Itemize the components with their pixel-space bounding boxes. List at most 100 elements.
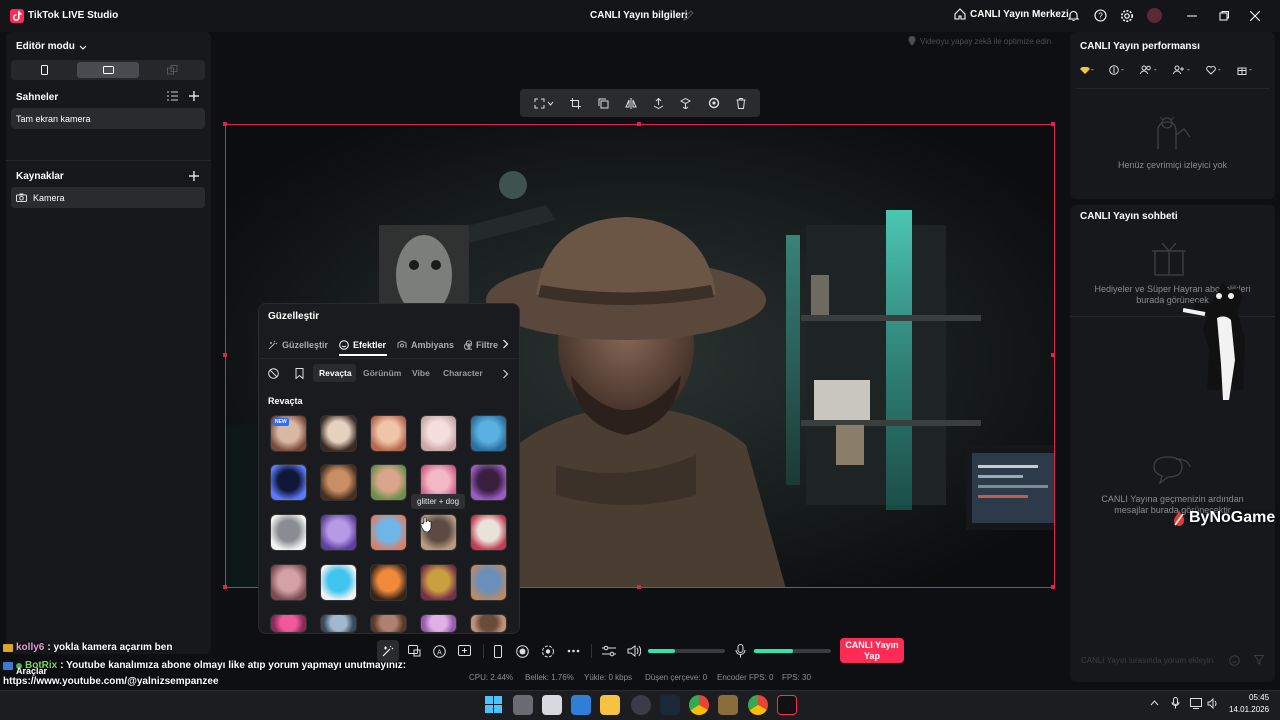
- source-item-camera[interactable]: Kamera: [11, 187, 205, 208]
- add-source-icon[interactable]: [189, 171, 199, 181]
- live-center-link[interactable]: CANLI Yayın Merkezi: [954, 8, 1069, 20]
- minimize-icon[interactable]: [1182, 6, 1202, 26]
- tab-effects[interactable]: Efektler: [339, 338, 386, 352]
- close-icon[interactable]: [1245, 6, 1265, 26]
- effect-tile[interactable]: [320, 464, 357, 501]
- subtab-vibe[interactable]: Vibe: [412, 368, 430, 378]
- copy-icon[interactable]: [598, 98, 609, 109]
- effect-tile[interactable]: [270, 564, 307, 601]
- edit-icon[interactable]: [683, 10, 694, 21]
- subtab-character[interactable]: Character: [443, 368, 483, 378]
- bring-front-icon[interactable]: [653, 97, 664, 109]
- screen-share-icon[interactable]: [408, 645, 421, 657]
- photos-icon[interactable]: [571, 695, 591, 715]
- effect-tile[interactable]: [470, 614, 507, 633]
- chat-input[interactable]: CANLI Yayın sırasında yorum ekleyin: [1076, 650, 1251, 670]
- effect-tile[interactable]: [370, 614, 407, 633]
- live-info-title[interactable]: CANLI Yayın bilgileri: [590, 10, 688, 21]
- record-icon[interactable]: [516, 645, 529, 658]
- effect-tile[interactable]: [270, 614, 307, 633]
- clock-time[interactable]: 05:45: [1249, 693, 1269, 702]
- portrait-mode-button[interactable]: [13, 62, 75, 78]
- file-explorer-icon[interactable]: [600, 695, 620, 715]
- speaker-icon[interactable]: [627, 645, 641, 657]
- microphone-icon[interactable]: [735, 644, 746, 658]
- effect-tile[interactable]: [370, 415, 407, 452]
- bell-icon[interactable]: [1067, 9, 1080, 22]
- microphone-tray-icon[interactable]: [1171, 697, 1180, 709]
- audio-mixer-icon[interactable]: [602, 645, 616, 657]
- resize-handle[interactable]: [1051, 122, 1055, 126]
- effect-tile[interactable]: [270, 514, 307, 551]
- notepad-icon[interactable]: [542, 695, 562, 715]
- beautify-button[interactable]: [377, 640, 399, 662]
- new-follower-icon[interactable]: -: [1173, 65, 1193, 75]
- effect-tile[interactable]: [320, 564, 357, 601]
- effect-tile[interactable]: [470, 514, 507, 551]
- landscape-mode-button[interactable]: [77, 62, 139, 78]
- effect-tile[interactable]: [470, 415, 507, 452]
- scene-list-icon[interactable]: [167, 91, 178, 101]
- resize-handle[interactable]: [223, 122, 227, 126]
- effect-tile[interactable]: [470, 464, 507, 501]
- go-live-button[interactable]: CANLI Yayın Yap: [840, 638, 904, 663]
- subtab-appearance[interactable]: Görünüm: [363, 368, 401, 378]
- phone-icon[interactable]: [494, 645, 502, 658]
- effect-tile[interactable]: [320, 514, 357, 551]
- chevron-right-icon[interactable]: [502, 339, 509, 349]
- add-scene-icon[interactable]: [189, 91, 199, 101]
- filter-funnel-icon[interactable]: [1254, 655, 1264, 665]
- avatar[interactable]: [1147, 8, 1162, 23]
- network-icon[interactable]: [1190, 698, 1202, 709]
- add-media-icon[interactable]: [458, 645, 471, 657]
- volume-tray-icon[interactable]: [1207, 698, 1219, 709]
- fit-dropdown[interactable]: [534, 98, 554, 109]
- effect-tile[interactable]: [420, 614, 457, 633]
- resize-handle[interactable]: [223, 585, 227, 589]
- resize-handle[interactable]: [223, 353, 227, 357]
- resize-handle[interactable]: [637, 122, 641, 126]
- settings-gear-icon[interactable]: [1120, 9, 1134, 23]
- tiktok-live-taskbar-icon[interactable]: [777, 695, 797, 715]
- tab-filter[interactable]: Filtre: [464, 338, 498, 352]
- effect-tile[interactable]: [370, 514, 407, 551]
- viewers-icon[interactable]: -: [1140, 65, 1160, 75]
- help-icon[interactable]: ?: [1094, 9, 1107, 22]
- heart-icon[interactable]: -: [1206, 65, 1224, 75]
- task-view-icon[interactable]: [513, 695, 533, 715]
- resize-handle[interactable]: [1051, 585, 1055, 589]
- clock-date[interactable]: 14.01.2026: [1229, 705, 1269, 714]
- flip-icon[interactable]: [625, 97, 637, 109]
- gift-icon[interactable]: -: [1237, 65, 1255, 75]
- maximize-icon[interactable]: [1214, 6, 1234, 26]
- adjust-icon[interactable]: [708, 97, 720, 109]
- tab-beautify[interactable]: Güzelleştir: [268, 338, 328, 352]
- resize-handle[interactable]: [637, 585, 641, 589]
- editor-mode-dropdown[interactable]: Editör modu: [16, 41, 87, 52]
- emoji-icon[interactable]: [1229, 655, 1240, 666]
- optimize-hint[interactable]: Videoyu yapay zekâ ile optimize edin: [908, 36, 1051, 46]
- send-back-icon[interactable]: [680, 97, 692, 109]
- effect-tile[interactable]: [320, 415, 357, 452]
- crop-icon[interactable]: [570, 97, 582, 109]
- no-effect-icon[interactable]: [268, 368, 279, 379]
- trash-icon[interactable]: [736, 97, 746, 109]
- mic-volume-slider[interactable]: [754, 649, 831, 653]
- bookmark-icon[interactable]: [295, 368, 304, 379]
- resize-handle[interactable]: [1051, 353, 1055, 357]
- effect-tile[interactable]: [420, 415, 457, 452]
- steam-icon[interactable]: [660, 695, 680, 715]
- windows-start-icon[interactable]: [485, 696, 502, 713]
- chevron-up-icon[interactable]: [1150, 699, 1159, 707]
- more-icon[interactable]: [567, 645, 580, 657]
- speaker-volume-slider[interactable]: [648, 649, 725, 653]
- chrome-profile-icon[interactable]: [748, 695, 768, 715]
- diamond-icon[interactable]: -: [1080, 65, 1096, 75]
- effect-tile[interactable]: [370, 564, 407, 601]
- replay-icon[interactable]: [541, 645, 555, 658]
- obs-icon[interactable]: [631, 695, 651, 715]
- chrome-icon[interactable]: [689, 695, 709, 715]
- effect-tile[interactable]: [320, 614, 357, 633]
- chevron-right-icon[interactable]: [502, 369, 509, 379]
- app-icon[interactable]: [718, 695, 738, 715]
